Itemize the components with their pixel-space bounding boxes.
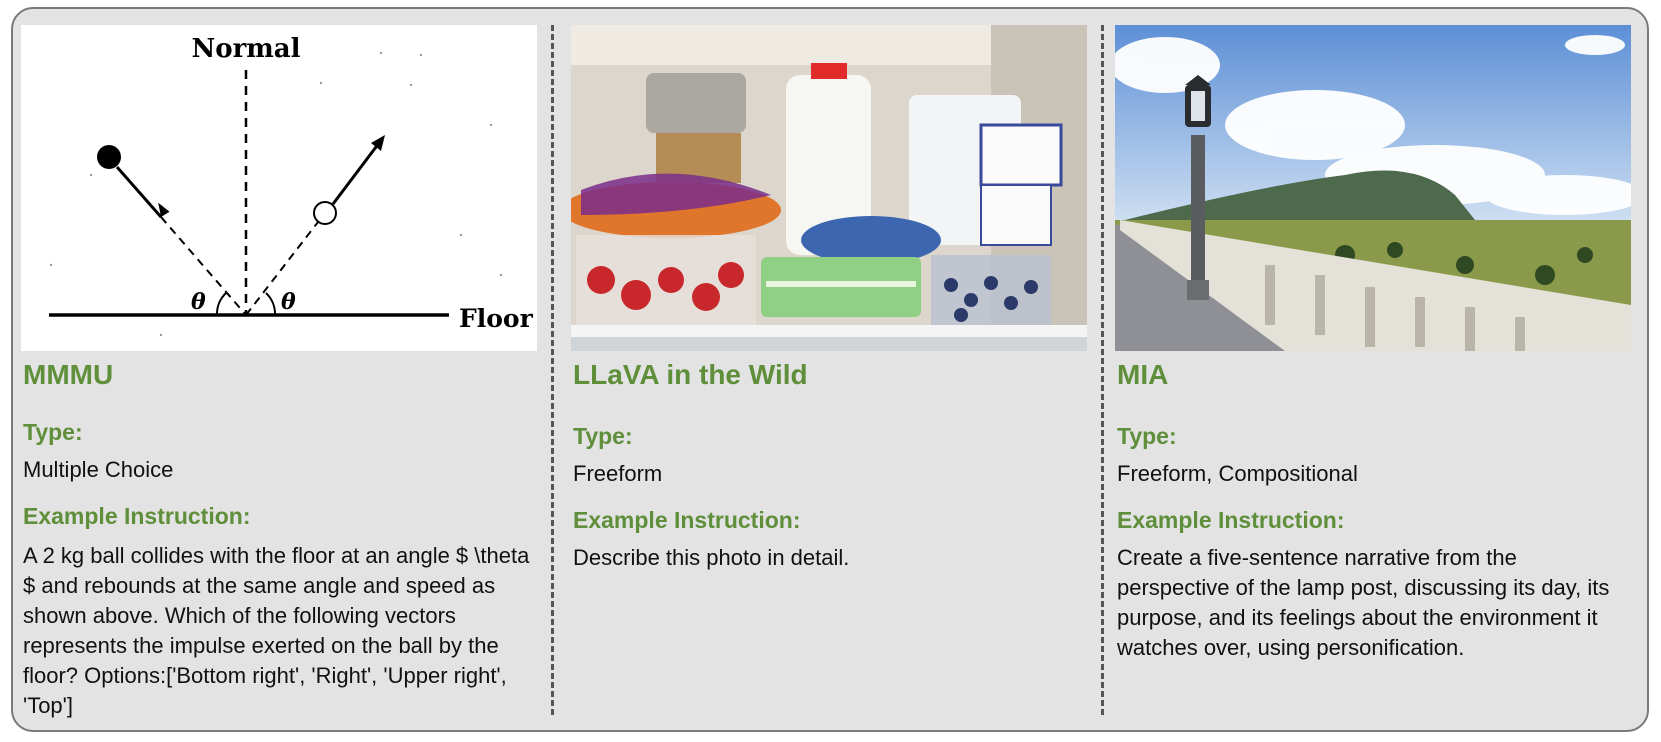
instruction-label: Example Instruction: xyxy=(1117,507,1345,533)
instruction-label: Example Instruction: xyxy=(573,507,801,533)
instruction-text: Create a five-sentence narrative from th… xyxy=(1117,545,1610,660)
angle-right-label: θ xyxy=(281,289,296,315)
speckles xyxy=(49,51,503,337)
instruction-text: A 2 kg ball collides with the floor at a… xyxy=(23,543,530,718)
angle-arc-left xyxy=(215,292,227,316)
incoming-arrow xyxy=(115,166,163,218)
benchmark-panel: Normal Floor θ θ MMMU Type: Multiple Cho… xyxy=(11,7,1649,732)
incoming-ball xyxy=(97,145,121,169)
angle-left-label: θ xyxy=(191,289,206,315)
physics-diagram: Normal Floor θ θ xyxy=(49,34,534,337)
angle-arc-right xyxy=(265,292,277,316)
instruction-text: Describe this photo in detail. xyxy=(573,545,850,570)
type-label: Type: xyxy=(1117,423,1177,449)
outgoing-arrow xyxy=(331,142,381,205)
normal-label: Normal xyxy=(191,34,300,64)
fridge-illustration xyxy=(571,25,1087,351)
column-divider xyxy=(551,25,554,715)
benchmark-title: LLaVA in the Wild xyxy=(573,359,808,390)
column-divider xyxy=(1101,25,1104,715)
lamp-post-illustration xyxy=(1115,25,1631,351)
benchmark-title: MIA xyxy=(1117,359,1169,390)
fridge-photo xyxy=(571,25,1087,351)
benchmark-title: MMMU xyxy=(23,359,114,390)
type-value: Freeform xyxy=(573,461,663,486)
type-value: Freeform, Compositional xyxy=(1117,461,1358,486)
lamp-post-photo xyxy=(1115,25,1631,351)
physics-diagram-image: Normal Floor θ θ xyxy=(21,25,537,351)
outgoing-ball xyxy=(313,201,337,225)
instruction-label: Example Instruction: xyxy=(23,503,251,529)
type-value: Multiple Choice xyxy=(23,457,174,482)
type-label: Type: xyxy=(23,419,83,445)
type-label: Type: xyxy=(573,423,633,449)
floor-label: Floor xyxy=(459,304,534,333)
